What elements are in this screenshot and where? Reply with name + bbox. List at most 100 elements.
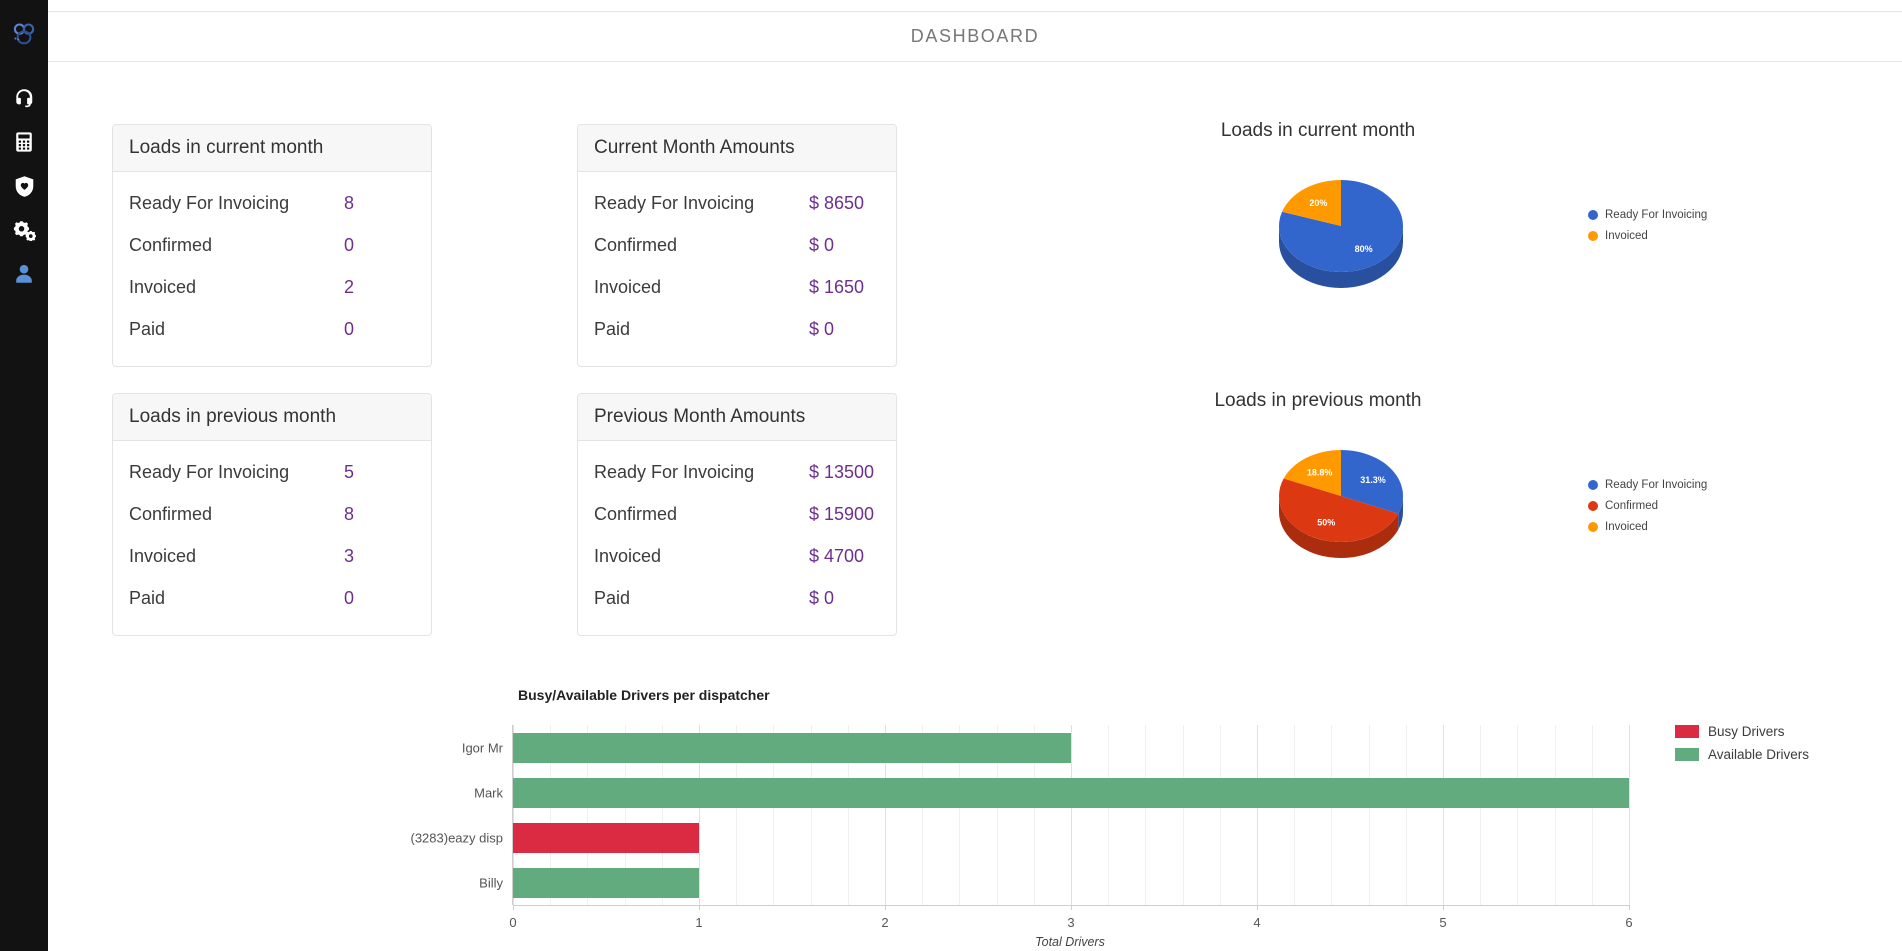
card-row: Ready For Invoicing 8: [129, 182, 415, 224]
x-tick-label: 3: [1067, 915, 1075, 930]
legend-label: Confirmed: [1605, 500, 1659, 512]
card-row: Paid 0: [129, 577, 415, 619]
pie-chart-loads-previous-month: Loads in previous month 31.3% 50% 18.8% Re…: [1098, 390, 1798, 620]
calculator-icon[interactable]: [0, 120, 48, 164]
gridline: [1554, 725, 1556, 905]
row-value: $ 15900: [809, 503, 875, 524]
gridline: [1517, 725, 1519, 905]
row-value: 5: [344, 461, 355, 482]
card-row: Paid $ 0: [594, 577, 880, 619]
legend-color-dot: [1588, 231, 1598, 241]
gridline: [1108, 725, 1110, 905]
gears-icon[interactable]: [0, 208, 48, 252]
gridline: [1480, 725, 1482, 905]
x-tick-label: 1: [695, 915, 703, 930]
chart-title: Loads in previous month: [1214, 390, 1422, 411]
card-title: Loads in previous month: [113, 394, 431, 441]
svg-text:80%: 80%: [1355, 244, 1373, 254]
legend-item[interactable]: Busy Drivers: [1675, 722, 1809, 741]
legend-item[interactable]: Ready For Invoicing: [1588, 476, 1707, 494]
row-value: 8: [344, 503, 355, 524]
legend-color-dot: [1588, 480, 1598, 490]
card-row: Ready For Invoicing $ 8650: [594, 182, 880, 224]
pie-svg: 80% 20%: [1279, 180, 1403, 288]
card-row: Confirmed 0: [129, 224, 415, 266]
x-tick-mark: [1071, 905, 1072, 910]
row-value: $ 0: [809, 318, 835, 339]
legend-item[interactable]: Ready For Invoicing: [1588, 206, 1707, 224]
bar-category-label: Mark: [474, 785, 503, 800]
card-title: Current Month Amounts: [578, 125, 896, 172]
row-value: $ 0: [809, 587, 835, 608]
card-body: Ready For Invoicing 5 Confirmed 8 Invoic…: [113, 441, 431, 635]
shield-heart-icon[interactable]: [0, 164, 48, 208]
card-title: Previous Month Amounts: [578, 394, 896, 441]
gridline: [1182, 725, 1184, 905]
x-tick-mark: [885, 905, 886, 910]
bar-rect[interactable]: [513, 867, 699, 898]
row-label: Invoiced: [594, 545, 662, 566]
bar-category-label: (3283)eazy disp: [410, 830, 504, 845]
legend-item[interactable]: Confirmed: [1588, 497, 1707, 515]
gridline: [1294, 725, 1296, 905]
user-icon[interactable]: [0, 252, 48, 296]
top-strip: [48, 0, 1902, 12]
bar-rect[interactable]: [513, 732, 1071, 763]
legend-color-dot: [1588, 210, 1598, 220]
row-label: Paid: [594, 587, 631, 608]
card-row: Invoiced $ 1650: [594, 266, 880, 308]
app-logo-icon[interactable]: [0, 8, 48, 60]
row-label: Paid: [594, 318, 631, 339]
chart-title: Busy/Available Drivers per dispatcher: [518, 687, 770, 703]
dashboard-page: DASHBOARD Loads in current month Ready F…: [0, 0, 1902, 951]
card-row: Ready For Invoicing $ 13500: [594, 451, 880, 493]
row-value: 0: [344, 587, 355, 608]
card-title: Loads in current month: [113, 125, 431, 172]
main-area: DASHBOARD Loads in current month Ready F…: [48, 0, 1902, 951]
row-value: 3: [344, 545, 355, 566]
legend-item[interactable]: Invoiced: [1588, 518, 1707, 536]
legend-color-swatch: [1675, 748, 1699, 761]
pie-svg: 31.3% 50% 18.8%: [1279, 450, 1403, 558]
legend-label: Ready For Invoicing: [1605, 479, 1708, 491]
card-row: Confirmed 8: [129, 493, 415, 535]
pie-chart-loads-current-month: Loads in current month 80% 20% Ready For …: [1098, 120, 1798, 350]
row-value: $ 8650: [809, 192, 865, 213]
x-tick-label: 4: [1253, 915, 1261, 930]
x-tick-label: 5: [1439, 915, 1447, 930]
gridline: [1071, 725, 1072, 905]
legend-label: Ready For Invoicing: [1605, 209, 1708, 221]
bar-category-label: Igor Mr: [461, 740, 503, 755]
legend-color-dot: [1588, 522, 1598, 532]
gridline: [1257, 725, 1258, 905]
page-title: DASHBOARD: [910, 26, 1040, 46]
card-row: Paid $ 0: [594, 308, 880, 350]
svg-text:20%: 20%: [1309, 198, 1327, 208]
row-label: Confirmed: [129, 503, 213, 524]
x-axis-label: Total Drivers: [1035, 935, 1105, 949]
headset-icon[interactable]: [0, 76, 48, 120]
legend-item[interactable]: Available Drivers: [1675, 745, 1809, 764]
legend-item[interactable]: Invoiced: [1588, 227, 1707, 245]
x-tick-mark: [1629, 905, 1630, 910]
legend-label: Available Drivers: [1708, 747, 1810, 762]
card-previous-month-amounts: Previous Month Amounts Ready For Invoici…: [577, 393, 897, 636]
row-label: Confirmed: [594, 234, 678, 255]
svg-text:31.3%: 31.3%: [1360, 475, 1386, 485]
row-value: $ 0: [809, 234, 835, 255]
x-tick-label: 6: [1625, 915, 1633, 930]
legend-color-swatch: [1675, 725, 1699, 738]
chart-legend: Ready For Invoicing Confirmed Invoiced: [1588, 476, 1707, 539]
row-label: Ready For Invoicing: [129, 192, 290, 213]
row-label: Ready For Invoicing: [129, 461, 290, 482]
legend-label: Invoiced: [1605, 230, 1648, 242]
row-value: 2: [344, 276, 355, 297]
card-row: Invoiced $ 4700: [594, 535, 880, 577]
row-value: $ 1650: [809, 276, 865, 297]
bar-rect[interactable]: [513, 777, 1629, 808]
gridline: [1368, 725, 1370, 905]
pie-plot-area: 80% 20% Ready For Invoicing Invoiced: [1098, 148, 1798, 328]
card-body: Ready For Invoicing 8 Confirmed 0 Invoic…: [113, 172, 431, 366]
bar-rect[interactable]: [513, 822, 699, 853]
gridline: [1331, 725, 1333, 905]
